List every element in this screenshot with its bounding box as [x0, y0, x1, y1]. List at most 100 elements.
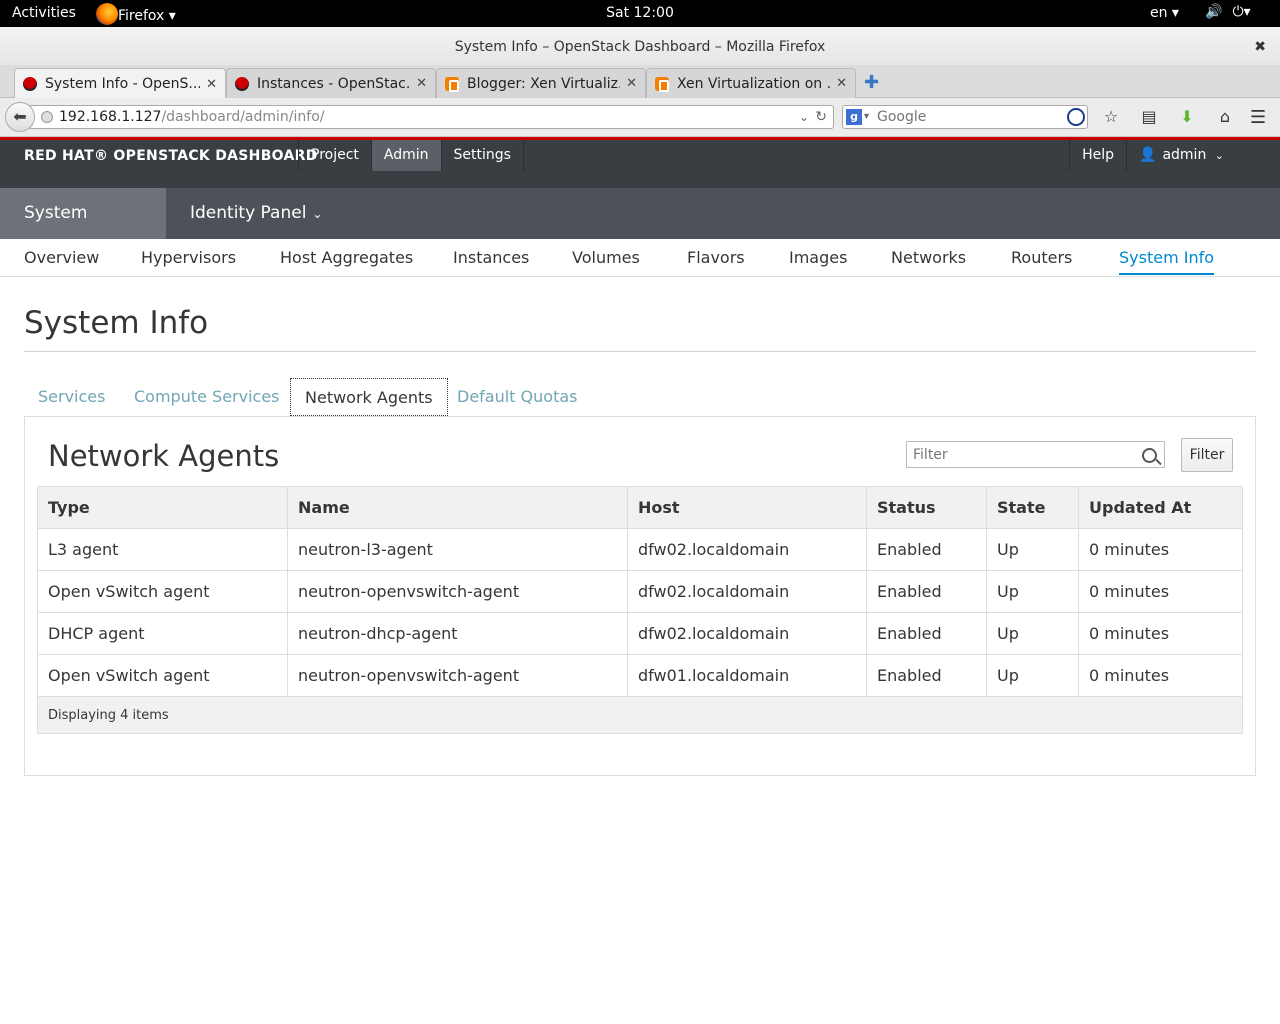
tab-close-icon[interactable]: ✕ — [836, 76, 847, 91]
window-close-icon[interactable]: ✖ — [1254, 27, 1266, 67]
table-footer-row: Displaying 4 items — [37, 696, 1243, 734]
globe-icon — [41, 111, 53, 123]
cell-type: Open vSwitch agent — [37, 654, 288, 697]
bookmark-star-icon[interactable]: ☆ — [1100, 107, 1122, 126]
column-header-type[interactable]: Type — [37, 486, 288, 529]
subnav-hypervisors[interactable]: Hypervisors — [141, 248, 236, 267]
tab-label: Instances - OpenStac... — [257, 75, 411, 92]
url-path: /dashboard/admin/info/ — [161, 109, 325, 125]
subnav-volumes[interactable]: Volumes — [572, 248, 640, 267]
search-icon[interactable] — [1142, 448, 1157, 463]
hamburger-menu-icon[interactable]: ☰ — [1250, 107, 1266, 128]
subnav-overview[interactable]: Overview — [24, 248, 99, 267]
subnav-flavors[interactable]: Flavors — [687, 248, 745, 267]
filter-input[interactable] — [906, 441, 1165, 468]
browser-tab-system-info[interactable]: System Info - OpenS... ✕ — [14, 68, 226, 99]
google-icon[interactable]: g — [846, 109, 862, 125]
redhat-icon — [235, 76, 249, 91]
cell-name: neutron-l3-agent — [287, 528, 628, 571]
subnav-system-info[interactable]: System Info — [1119, 248, 1215, 275]
panel-identity[interactable]: Identity Panel ⌄ — [166, 188, 346, 239]
search-input[interactable] — [877, 107, 1057, 127]
reading-list-icon[interactable]: ▤ — [1138, 107, 1160, 126]
page-title: System Info — [24, 305, 209, 341]
cell-host: dfw02.localdomain — [627, 570, 867, 613]
cell-updated-at: 0 minutes — [1078, 570, 1243, 613]
panel-system[interactable]: System Panel⌄ — [0, 188, 166, 274]
cell-updated-at: 0 minutes — [1078, 612, 1243, 655]
nav-project[interactable]: Project — [299, 140, 372, 171]
table-row: Open vSwitch agent neutron-openvswitch-a… — [37, 570, 1243, 613]
column-header-name[interactable]: Name — [287, 486, 628, 529]
subnav-networks[interactable]: Networks — [891, 248, 966, 267]
help-link[interactable]: Help — [1069, 140, 1126, 171]
cell-host: dfw02.localdomain — [627, 612, 867, 655]
tab-close-icon[interactable]: ✕ — [206, 77, 217, 92]
cell-state: Up — [986, 654, 1079, 697]
system-tray[interactable]: 🔊 ⏻▾ — [1205, 4, 1251, 20]
back-button[interactable]: ⬅ — [5, 102, 35, 132]
browser-tab-xen[interactable]: Xen Virtualization on ... ✕ — [646, 68, 856, 98]
user-menu[interactable]: 👤 admin ⌄ — [1126, 140, 1280, 171]
tab-default-quotas[interactable]: Default Quotas — [443, 378, 591, 416]
cell-type: L3 agent — [37, 528, 288, 571]
search-icon[interactable] — [1067, 108, 1085, 126]
home-icon[interactable]: ⌂ — [1214, 107, 1236, 126]
search-engine-dropdown-icon[interactable]: ▾ — [864, 106, 869, 128]
clock[interactable]: Sat 12:00 — [0, 5, 1280, 21]
cell-status: Enabled — [866, 654, 987, 697]
tab-label: System Info - OpenS... — [45, 76, 201, 92]
column-header-status[interactable]: Status — [866, 486, 987, 529]
column-header-host[interactable]: Host — [627, 486, 867, 529]
table-row: L3 agent neutron-l3-agent dfw02.localdom… — [37, 528, 1243, 571]
header-right: Help 👤 admin ⌄ — [1069, 140, 1280, 171]
reload-icon[interactable]: ↻ — [815, 106, 827, 128]
cell-status: Enabled — [866, 528, 987, 571]
network-agents-table: Type Name Host Status State Updated At L… — [37, 486, 1243, 734]
tab-network-agents[interactable]: Network Agents — [290, 378, 448, 416]
sub-navigation: Overview Hypervisors Host Aggregates Ins… — [0, 239, 1280, 277]
cell-name: neutron-openvswitch-agent — [287, 654, 628, 697]
navigation-toolbar: 192.168.1.127/dashboard/admin/info/ ⌄ ↻ … — [0, 98, 1280, 137]
table-header-row: Type Name Host Status State Updated At — [37, 486, 1243, 529]
app-menu[interactable]: Firefox ▾ — [96, 3, 176, 27]
tab-compute-services[interactable]: Compute Services — [120, 378, 294, 416]
cell-updated-at: 0 minutes — [1078, 528, 1243, 571]
browser-tab-instances[interactable]: Instances - OpenStac... ✕ — [226, 68, 436, 98]
app-menu-label: Firefox ▾ — [118, 8, 176, 24]
power-icon[interactable]: ⏻▾ — [1232, 4, 1250, 20]
subnav-instances[interactable]: Instances — [453, 248, 529, 267]
column-header-state[interactable]: State — [986, 486, 1079, 529]
tab-close-icon[interactable]: ✕ — [626, 76, 637, 91]
top-nav: Project Admin Settings — [298, 140, 524, 171]
window-title: System Info – OpenStack Dashboard – Mozi… — [454, 39, 826, 55]
activities-button[interactable]: Activities — [12, 5, 76, 21]
cell-status: Enabled — [866, 612, 987, 655]
subnav-host-aggregates[interactable]: Host Aggregates — [280, 248, 413, 267]
tab-services[interactable]: Services — [24, 378, 119, 416]
browser-tab-blogger[interactable]: Blogger: Xen Virtualiz... ✕ — [436, 68, 646, 98]
window-titlebar: System Info – OpenStack Dashboard – Mozi… — [0, 27, 1280, 65]
subnav-routers[interactable]: Routers — [1011, 248, 1072, 267]
cell-type: DHCP agent — [37, 612, 288, 655]
download-icon[interactable]: ⬇ — [1176, 107, 1198, 126]
new-tab-icon[interactable]: ✚ — [864, 72, 879, 93]
subnav-images[interactable]: Images — [789, 248, 847, 267]
volume-icon[interactable]: 🔊 — [1205, 4, 1222, 20]
title-divider — [24, 351, 1256, 352]
language-selector[interactable]: en ▾ — [1150, 5, 1179, 21]
openstack-header: RED HAT® OPENSTACK DASHBOARD Project Adm… — [0, 137, 1280, 188]
back-arrow-icon: ⬅ — [13, 107, 27, 126]
filter-button[interactable]: Filter — [1181, 438, 1233, 472]
tab-close-icon[interactable]: ✕ — [416, 76, 427, 91]
user-icon: 👤 — [1139, 147, 1157, 163]
column-header-updated-at[interactable]: Updated At — [1078, 486, 1243, 529]
url-history-dropdown-icon[interactable]: ⌄ — [799, 106, 809, 128]
nav-admin[interactable]: Admin — [371, 140, 442, 171]
nav-settings[interactable]: Settings — [442, 140, 524, 171]
brand-logo[interactable]: RED HAT® OPENSTACK DASHBOARD — [24, 148, 318, 164]
table-row: Open vSwitch agent neutron-openvswitch-a… — [37, 654, 1243, 697]
url-bar[interactable]: 192.168.1.127/dashboard/admin/info/ ⌄ ↻ — [30, 105, 834, 129]
search-bar[interactable]: g ▾ — [842, 105, 1088, 129]
cell-updated-at: 0 minutes — [1078, 654, 1243, 697]
